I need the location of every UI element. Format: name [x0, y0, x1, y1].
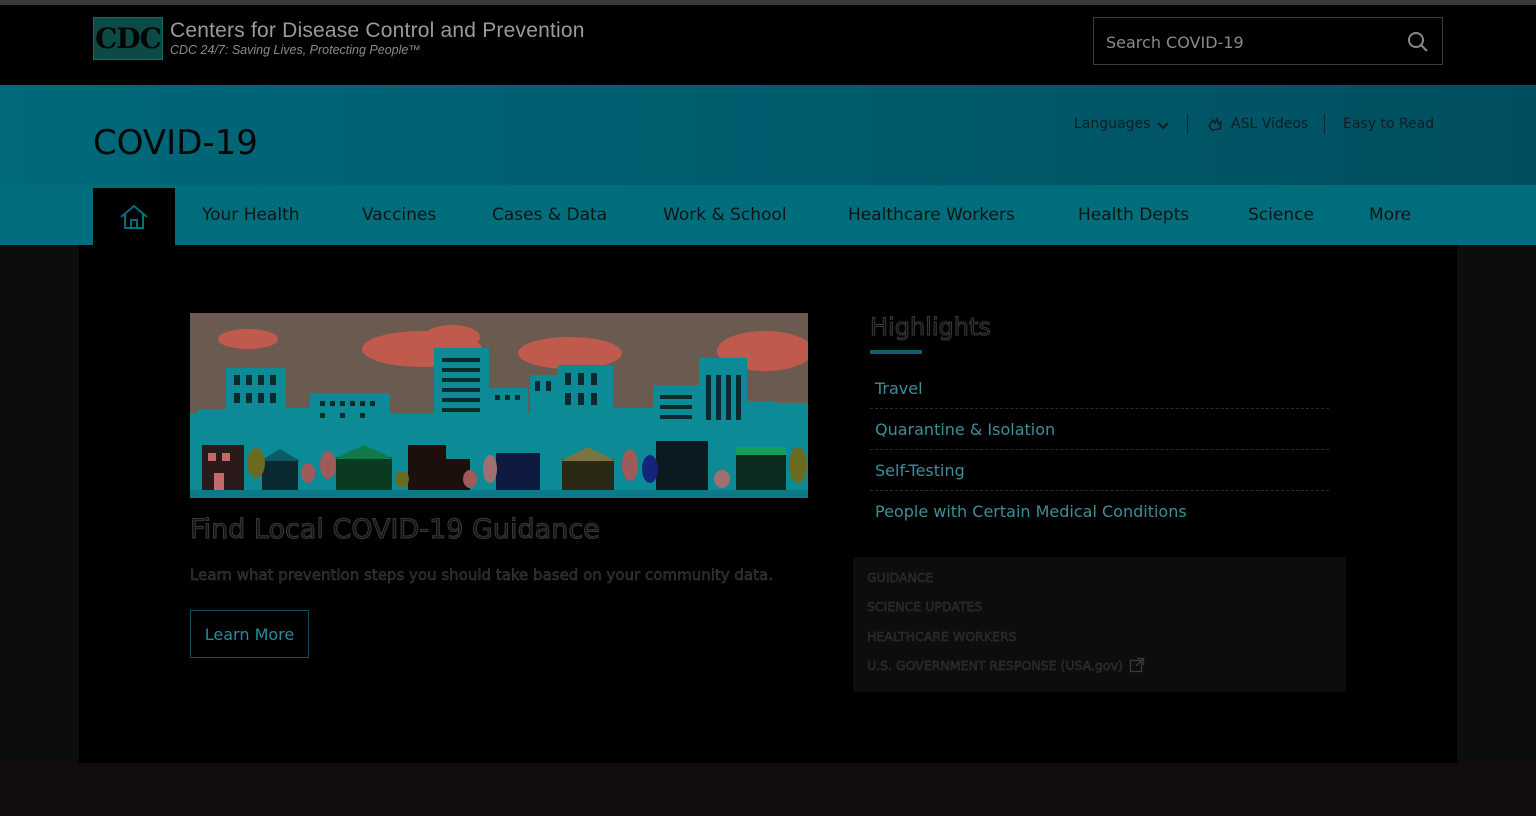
logo-tagline: CDC 24/7: Saving Lives, Protecting Peopl…: [170, 43, 421, 57]
list-item: People with Certain Medical Conditions: [870, 491, 1329, 532]
list-item: Quarantine & Isolation: [870, 409, 1329, 450]
search-input[interactable]: [1106, 30, 1396, 54]
logo-title: Centers for Disease Control and Preventi…: [170, 19, 585, 42]
highlights-list: Travel Quarantine & Isolation Self-Testi…: [870, 368, 1329, 532]
quick-link-healthcare-workers[interactable]: HEALTHCARE WORKERS: [867, 629, 1017, 644]
cdc-logo-mark: CDC: [93, 17, 163, 60]
page-bottom-bar: [0, 763, 1536, 816]
page-title: COVID-19: [93, 123, 258, 163]
quick-link-science-updates[interactable]: SCIENCE UPDATES: [867, 599, 983, 614]
quick-link-government-response[interactable]: U.S. GOVERNMENT RESPONSE (USA.gov): [867, 657, 1145, 673]
quick-link-guidance[interactable]: GUIDANCE: [867, 570, 934, 585]
quick-link-label: U.S. GOVERNMENT RESPONSE (USA.gov): [867, 657, 1123, 673]
quick-link-label: HEALTHCARE WORKERS: [867, 629, 1017, 644]
nav-vaccines[interactable]: Vaccines: [362, 205, 436, 227]
nav-healthcare-workers[interactable]: Healthcare Workers: [848, 205, 1015, 227]
external-link-icon: [1129, 657, 1144, 673]
languages-label: Languages: [1074, 116, 1151, 132]
cdc-logo-text: Centers for Disease Control and Preventi…: [170, 19, 585, 58]
cdc-logo-link[interactable]: CDC Centers for Disease Control and Prev…: [93, 17, 585, 60]
learn-more-button[interactable]: Learn More: [190, 610, 309, 658]
utility-separator: [1187, 114, 1188, 134]
search-box: [1093, 17, 1443, 65]
asl-hand-icon: [1208, 117, 1223, 131]
highlight-link-self-testing[interactable]: Self-Testing: [875, 461, 965, 480]
home-icon: [120, 204, 148, 229]
list-item: Self-Testing: [870, 450, 1329, 491]
easy-to-read-label: Easy to Read: [1343, 116, 1435, 132]
utility-separator: [1324, 114, 1325, 134]
nav-health-depts[interactable]: Health Depts: [1078, 205, 1189, 227]
highlight-link-travel[interactable]: Travel: [875, 379, 923, 398]
nav-cases-data[interactable]: Cases & Data: [492, 205, 607, 227]
highlight-link-quarantine[interactable]: Quarantine & Isolation: [875, 420, 1055, 439]
asl-videos-label: ASL Videos: [1231, 116, 1309, 132]
highlights-underline: [870, 350, 922, 354]
easy-to-read-link[interactable]: Easy to Read: [1343, 114, 1434, 134]
nav-more[interactable]: More: [1369, 205, 1411, 227]
quick-link-label: SCIENCE UPDATES: [867, 599, 983, 614]
nav-home[interactable]: [93, 188, 175, 245]
search-button[interactable]: [1406, 30, 1430, 54]
nav-your-health[interactable]: Your Health: [202, 205, 300, 227]
highlights-title: Highlights: [870, 313, 992, 342]
feature-title: Find Local COVID-19 Guidance: [190, 514, 601, 546]
highlight-link-medical-conditions[interactable]: People with Certain Medical Conditions: [875, 502, 1187, 521]
feature-description: Learn what prevention steps you should t…: [190, 566, 773, 584]
city-skyline-illustration[interactable]: [190, 313, 808, 498]
list-item: Travel: [870, 368, 1329, 409]
languages-dropdown[interactable]: Languages: [1074, 114, 1170, 134]
asl-videos-link[interactable]: ASL Videos: [1206, 114, 1308, 134]
search-icon: [1408, 32, 1428, 52]
quick-link-label: GUIDANCE: [867, 570, 934, 585]
nav-work-school[interactable]: Work & School: [663, 205, 787, 227]
chevron-down-icon: [1157, 121, 1170, 129]
nav-science[interactable]: Science: [1248, 205, 1314, 227]
